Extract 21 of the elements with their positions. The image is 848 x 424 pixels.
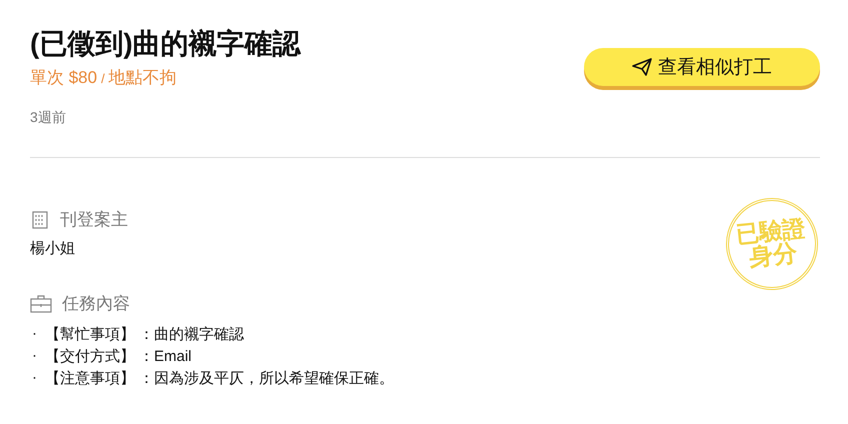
item-label: 【幫忙事項】 <box>45 325 135 344</box>
similar-jobs-button[interactable]: 查看相似打工 <box>584 48 820 86</box>
separator-text: / <box>101 71 105 86</box>
location-text: 地點不拘 <box>108 67 177 89</box>
building-icon <box>30 210 50 230</box>
item-label: 【注意事項】 <box>45 369 135 388</box>
bullet-text: · <box>31 369 38 388</box>
poster-name: 楊小姐 <box>30 239 75 258</box>
section-heading: 任務內容 <box>62 293 130 315</box>
section-heading: 刊登案主 <box>60 209 128 231</box>
job-title: (已徵到)曲的襯字確認 <box>30 27 301 61</box>
briefcase-icon <box>30 294 52 312</box>
item-label: 【交付方式】 <box>45 347 135 366</box>
bullet-text: · <box>31 347 38 366</box>
paper-plane-icon <box>632 58 652 76</box>
posted-time: 3週前 <box>30 109 67 127</box>
item-value: ：曲的襯字確認 <box>139 325 244 344</box>
item-value: ：Email <box>139 347 192 366</box>
bullet-text: · <box>31 325 38 344</box>
price-text: 單次 $80 <box>30 67 98 89</box>
item-value: ：因為涉及平仄，所以希望確保正確。 <box>139 369 394 388</box>
